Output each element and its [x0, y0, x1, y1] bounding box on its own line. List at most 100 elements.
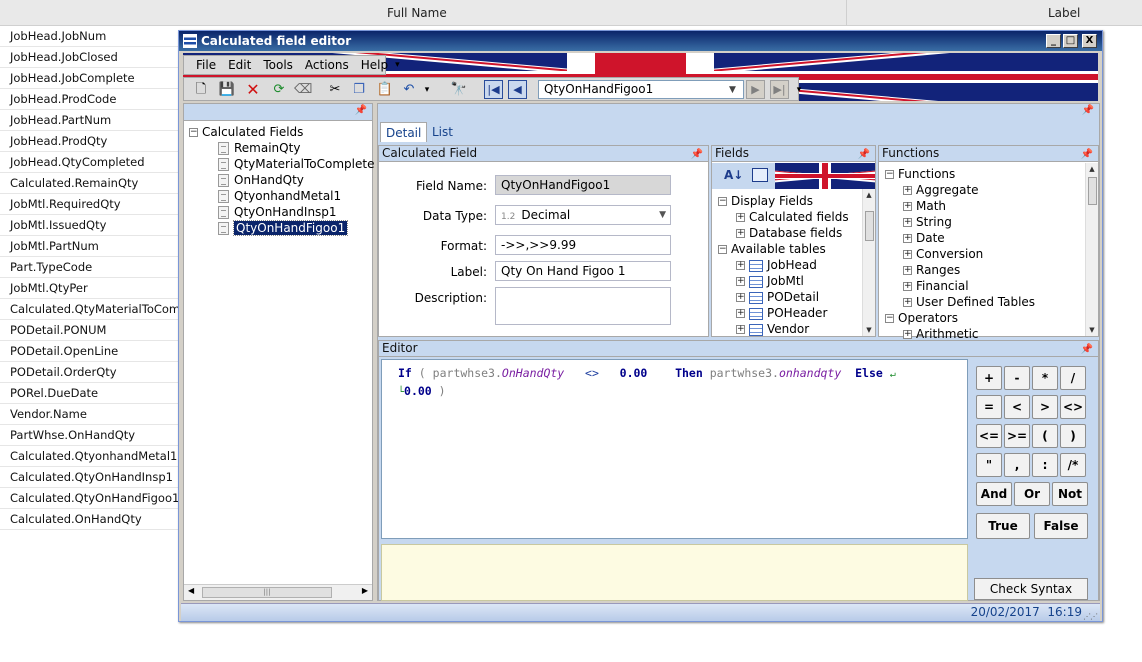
close-button[interactable]: X [1082, 34, 1097, 48]
collapse-icon[interactable]: − [718, 245, 727, 254]
expand-icon[interactable]: + [736, 229, 745, 238]
toolbar-overflow-icon[interactable]: ▾ [790, 81, 808, 99]
tab-list[interactable]: List [427, 122, 458, 142]
keypad-button[interactable]: ) [1060, 424, 1086, 448]
keypad-button[interactable]: + [976, 366, 1002, 390]
background-row[interactable]: JobMtl.QtyPer [0, 278, 180, 299]
keypad-button-false[interactable]: False [1034, 513, 1088, 539]
keypad-button[interactable]: : [1032, 453, 1058, 477]
pin-icon[interactable]: 📌 [691, 147, 703, 162]
title-bar[interactable]: Calculated field editor _ □ X [179, 31, 1102, 51]
delete-icon[interactable]: ✕ [244, 81, 262, 99]
horizontal-scrollbar[interactable]: ◀ ||| ▶ [184, 584, 372, 600]
refresh-icon[interactable]: ⟳ [270, 81, 288, 99]
background-row[interactable]: JobHead.PartNum [0, 110, 180, 131]
expand-icon[interactable]: + [903, 186, 912, 195]
tab-detail[interactable]: Detail [380, 122, 428, 142]
undo-icon[interactable]: ↶ [400, 81, 418, 99]
background-row[interactable]: JobMtl.IssuedQty [0, 215, 180, 236]
keypad-button[interactable]: > [1032, 395, 1058, 419]
first-record-button[interactable]: |◀ [484, 80, 503, 99]
description-input[interactable] [495, 287, 671, 325]
tree-node-table[interactable]: + POHeader [718, 305, 860, 321]
expand-icon[interactable]: + [903, 282, 912, 291]
keypad-button-or[interactable]: Or [1014, 482, 1050, 506]
column-header-label[interactable]: Label [1048, 0, 1080, 26]
background-row[interactable]: PartWhse.OnHandQty [0, 425, 180, 446]
tree-node-table[interactable]: + Vendor [718, 321, 860, 337]
last-record-button[interactable]: ▶| [770, 80, 789, 99]
background-row[interactable]: Calculated.OnHandQty [0, 509, 180, 530]
pin-icon[interactable]: 📌 [1081, 342, 1093, 357]
tree-node-table[interactable]: + PODetail [718, 289, 860, 305]
pin-icon[interactable]: 📌 [858, 147, 870, 162]
expand-icon[interactable]: + [736, 277, 745, 286]
background-row[interactable]: JobMtl.PartNum [0, 236, 180, 257]
resize-grip-icon[interactable]: ⋰⋰ [1083, 608, 1098, 625]
background-row[interactable]: PORel.DueDate [0, 383, 180, 404]
pin-icon[interactable]: 📌 [1081, 147, 1093, 162]
record-selector-combo[interactable]: QtyOnHandFigoo1 ▼ [538, 80, 744, 99]
table-view-icon[interactable] [752, 168, 768, 182]
previous-record-button[interactable]: ◀ [508, 80, 527, 99]
scroll-down-icon[interactable]: ▼ [863, 324, 875, 336]
tree-node-functions[interactable]: − Functions [885, 166, 1085, 182]
expand-icon[interactable]: + [736, 261, 745, 270]
menu-edit[interactable]: Edit [222, 56, 257, 74]
background-row[interactable]: Vendor.Name [0, 404, 180, 425]
background-row[interactable]: Calculated.QtyOnHandFigoo1 [0, 488, 180, 509]
tree-node-function-category[interactable]: + Date [885, 230, 1085, 246]
background-row[interactable]: JobHead.JobNum [0, 26, 180, 47]
cut-icon[interactable]: ✂ [326, 81, 344, 99]
scroll-left-icon[interactable]: ◀ [188, 586, 194, 595]
paste-icon[interactable]: 📋 [376, 81, 394, 99]
check-syntax-button[interactable]: Check Syntax [974, 578, 1088, 600]
keypad-button[interactable]: <> [1060, 395, 1086, 419]
background-row[interactable]: JobHead.JobComplete [0, 68, 180, 89]
keypad-button[interactable]: " [976, 453, 1002, 477]
background-row[interactable]: PODetail.PONUM [0, 320, 180, 341]
expand-icon[interactable]: + [903, 298, 912, 307]
tree-node-display-child[interactable]: + Calculated fields [718, 209, 860, 225]
tree-node-function-category[interactable]: + Math [885, 198, 1085, 214]
tree-node-display-fields[interactable]: − Display Fields [718, 193, 860, 209]
column-header-full-name[interactable]: Full Name [387, 0, 447, 26]
keypad-button[interactable]: ( [1032, 424, 1058, 448]
background-row[interactable]: PODetail.OrderQty [0, 362, 180, 383]
scroll-thumb[interactable] [865, 211, 874, 241]
menu-overflow-icon[interactable]: ▾ [395, 60, 400, 70]
background-row[interactable]: PODetail.OpenLine [0, 341, 180, 362]
keypad-button[interactable]: <= [976, 424, 1002, 448]
menu-actions[interactable]: Actions [299, 56, 355, 74]
tree-node-function-category[interactable]: + Financial [885, 278, 1085, 294]
format-input[interactable]: ->>,>>9.99 [495, 235, 671, 255]
clear-icon[interactable]: ⌫ [294, 81, 312, 99]
label-input[interactable]: Qty On Hand Figoo 1 [495, 261, 671, 281]
save-icon[interactable]: 💾 [218, 81, 236, 99]
scroll-right-icon[interactable]: ▶ [362, 586, 368, 595]
tree-node-function-category[interactable]: + Aggregate [885, 182, 1085, 198]
tree-item-calculated-field[interactable]: QtyOnHandFigoo1 [184, 220, 372, 236]
collapse-icon[interactable]: − [885, 170, 894, 179]
background-row[interactable]: Calculated.QtyonhandMetal1 [0, 446, 180, 467]
keypad-button[interactable]: * [1032, 366, 1058, 390]
background-row[interactable]: Calculated.QtyOnHandInsp1 [0, 467, 180, 488]
tree-node-function-category[interactable]: + String [885, 214, 1085, 230]
tree-item-calculated-field[interactable]: OnHandQty [184, 172, 372, 188]
keypad-button[interactable]: < [1004, 395, 1030, 419]
tree-item-calculated-field[interactable]: QtyonhandMetal1 [184, 188, 372, 204]
next-record-button[interactable]: ▶ [746, 80, 765, 99]
minimize-button[interactable]: _ [1046, 34, 1061, 48]
scroll-up-icon[interactable]: ▲ [1086, 163, 1098, 175]
sort-az-icon[interactable]: A↓ [724, 168, 743, 182]
background-row[interactable]: JobHead.QtyCompleted [0, 152, 180, 173]
expand-icon[interactable]: + [903, 266, 912, 275]
collapse-icon[interactable]: − [885, 314, 894, 323]
keypad-button[interactable]: /* [1060, 453, 1086, 477]
tree-root-calculated-fields[interactable]: − Calculated Fields [184, 124, 372, 140]
expand-icon[interactable]: + [903, 250, 912, 259]
tree-node-operators[interactable]: − Operators [885, 310, 1085, 326]
collapse-icon[interactable]: − [718, 197, 727, 206]
background-row[interactable]: Calculated.RemainQty [0, 173, 180, 194]
keypad-button-not[interactable]: Not [1052, 482, 1088, 506]
